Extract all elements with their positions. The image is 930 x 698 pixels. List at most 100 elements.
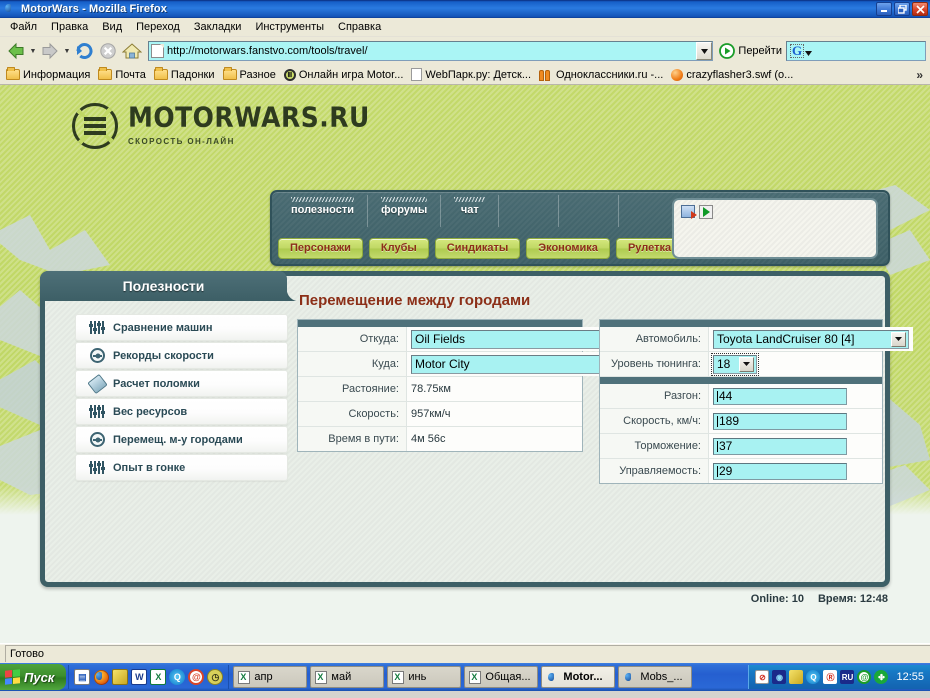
nav-tab-spacer-2 bbox=[559, 195, 620, 227]
nav-tab-forumy[interactable]: форумы bbox=[368, 195, 442, 227]
label-upravlyaemost: Управляемость: bbox=[619, 465, 701, 477]
select-avtomobil[interactable]: Toyota LandCruiser 80 [4] bbox=[713, 329, 909, 349]
chevron-down-icon[interactable] bbox=[739, 356, 754, 372]
keyboard-layout-ru-icon[interactable]: RU bbox=[840, 670, 855, 684]
bookmark-informaciya[interactable]: Информация bbox=[3, 67, 95, 82]
menu-item-view[interactable]: Вид bbox=[95, 19, 129, 35]
excel-icon[interactable]: X bbox=[150, 669, 167, 685]
value-tormozhenie: 37 bbox=[708, 434, 882, 458]
input-tormozhenie[interactable]: 37 bbox=[713, 437, 847, 455]
content-panel: Сравнение машин Рекорды скорости Расчет … bbox=[40, 271, 913, 587]
taskbar-clock[interactable]: 12:55 bbox=[891, 671, 924, 683]
clover-icon[interactable]: ✤ bbox=[874, 670, 889, 684]
task-mobs[interactable]: Mobs_... bbox=[618, 666, 693, 688]
menu-item-help[interactable]: Справка bbox=[331, 19, 388, 35]
antivirus-icon[interactable]: Ⓡ bbox=[823, 670, 838, 684]
form-row-skorost-kmh: Скорость, км/ч: 189 bbox=[600, 409, 882, 434]
close-button[interactable] bbox=[912, 2, 928, 16]
address-dropdown-button[interactable] bbox=[696, 42, 713, 60]
bookmark-motorwars[interactable]: Ⅲ Онлайн игра Motor... bbox=[281, 68, 409, 82]
form-row-razgon: Разгон: 44 bbox=[600, 384, 882, 409]
nav-button-sindikaty[interactable]: Синдикаты bbox=[434, 238, 521, 259]
bookmark-raznoe[interactable]: Разное bbox=[220, 67, 281, 82]
value-razgon: 44 bbox=[708, 384, 882, 408]
enter-icon[interactable] bbox=[699, 205, 713, 219]
bookmark-label: Онлайн игра Motor... bbox=[298, 68, 404, 81]
clock-icon[interactable]: ◷ bbox=[207, 669, 224, 685]
task-motorwars[interactable]: Motor... bbox=[541, 666, 616, 688]
sidebar-item-opyt-v-gonke[interactable]: Опыт в гонке bbox=[75, 454, 288, 481]
browser-status-bar: Готово bbox=[0, 643, 930, 663]
window-title: MotorWars - Mozilla Firefox bbox=[21, 3, 167, 15]
menu-item-bookmarks[interactable]: Закладки bbox=[187, 19, 249, 35]
home-button[interactable] bbox=[120, 39, 144, 63]
task-obshaya[interactable]: Общая... bbox=[464, 666, 539, 688]
sidebar-item-sravnenie-mashin[interactable]: Сравнение машин bbox=[75, 314, 288, 341]
back-dropdown-icon[interactable]: ▼ bbox=[28, 40, 38, 62]
address-bar[interactable]: http://motorwars.fanstvo.com/tools/trave… bbox=[148, 41, 714, 61]
bookmark-webpark[interactable]: WebПарк.ру: Детск... bbox=[408, 67, 536, 82]
task-apr[interactable]: апр bbox=[233, 666, 308, 688]
menu-item-edit[interactable]: Правка bbox=[44, 19, 95, 35]
bookmark-pochta[interactable]: Почта bbox=[95, 67, 151, 82]
url-text[interactable]: http://motorwars.fanstvo.com/tools/trave… bbox=[167, 45, 696, 57]
page-icon bbox=[151, 44, 164, 58]
back-button[interactable] bbox=[4, 39, 28, 63]
label-uroven-tyuninga: Уровень тюнинга: bbox=[611, 358, 701, 370]
search-input[interactable]: G bbox=[786, 41, 926, 61]
logout-icon[interactable] bbox=[681, 205, 697, 219]
input-razgon[interactable]: 44 bbox=[713, 387, 847, 405]
bookmark-crazyflasher[interactable]: crazyflasher3.swf (о... bbox=[668, 68, 798, 82]
speaker-icon[interactable]: ◉ bbox=[772, 670, 787, 684]
input-upravlyaemost[interactable]: 29 bbox=[713, 462, 847, 480]
bookmark-padonki[interactable]: Падонки bbox=[151, 67, 220, 82]
word-icon[interactable]: W bbox=[131, 669, 148, 685]
reload-button[interactable] bbox=[72, 39, 96, 63]
bookmark-odnoklassniki[interactable]: Одноклассники.ru -... bbox=[536, 67, 668, 82]
nav-tab-poleznosti[interactable]: полезности bbox=[278, 195, 369, 227]
form-row-otkuda: Откуда: Oil Fields bbox=[298, 327, 623, 352]
nav-button-ekonomika[interactable]: Экономика bbox=[526, 238, 610, 259]
sidebar-item-ves-resursov[interactable]: Вес ресурсов bbox=[75, 398, 288, 425]
volume-muted-icon[interactable]: ⊘ bbox=[755, 670, 770, 684]
forward-dropdown-icon: ▼ bbox=[63, 47, 71, 55]
menu-item-file[interactable]: Файл bbox=[3, 19, 44, 35]
site-logo[interactable]: MOTORWARS.RU СКОРОСТЬ ОН-ЛАЙН bbox=[72, 103, 370, 149]
minimize-button[interactable] bbox=[876, 2, 892, 16]
logo-name: MOTORWARS.RU bbox=[128, 100, 370, 134]
go-label: Перейти bbox=[738, 45, 782, 57]
restore-button[interactable] bbox=[894, 2, 910, 16]
panel-divider-strip bbox=[600, 377, 882, 384]
quicktime-tray-icon[interactable]: Q bbox=[806, 670, 821, 684]
firefox-icon[interactable] bbox=[93, 669, 109, 685]
sidebar-item-raschet-polomki[interactable]: Расчет поломки bbox=[75, 370, 288, 397]
quicktime-icon[interactable]: Q bbox=[169, 669, 186, 685]
mail-icon[interactable]: @ bbox=[857, 670, 872, 684]
bookmark-label: Падонки bbox=[170, 68, 215, 81]
bookmarks-overflow-icon[interactable]: » bbox=[916, 68, 927, 82]
select-uroven-tyuninga[interactable]: 18 bbox=[711, 352, 759, 376]
site-header: MOTORWARS.RU СКОРОСТЬ ОН-ЛАЙН bbox=[0, 85, 930, 173]
menu-item-go[interactable]: Переход bbox=[129, 19, 187, 35]
menu-item-tools[interactable]: Инструменты bbox=[248, 19, 331, 35]
winamp-icon[interactable] bbox=[112, 669, 129, 685]
firefox-icon bbox=[3, 2, 17, 16]
select-otkuda[interactable]: Oil Fields bbox=[411, 329, 619, 349]
chevron-down-icon[interactable] bbox=[891, 331, 906, 347]
select-kuda[interactable]: Motor City bbox=[411, 354, 619, 374]
task-in[interactable]: инь bbox=[387, 666, 462, 688]
nav-button-kluby[interactable]: Клубы bbox=[368, 238, 429, 259]
task-may[interactable]: май bbox=[310, 666, 385, 688]
bookmark-label: crazyflasher3.swf (о... bbox=[686, 68, 794, 81]
go-button[interactable]: Перейти bbox=[715, 43, 786, 59]
show-desktop-icon[interactable]: ▤ bbox=[74, 669, 91, 685]
nav-button-personazhi[interactable]: Персонажи bbox=[278, 238, 363, 259]
outlook-icon[interactable]: @ bbox=[188, 669, 205, 685]
start-button[interactable]: Пуск bbox=[0, 664, 67, 690]
sidebar-item-rekordy-skorosti[interactable]: Рекорды скорости bbox=[75, 342, 288, 369]
winamp-tray-icon[interactable] bbox=[789, 670, 804, 684]
input-skorost-kmh[interactable]: 189 bbox=[713, 412, 847, 430]
sidebar-item-label: Перемещ. м-у городами bbox=[113, 433, 243, 446]
sidebar-item-peremeshchenie[interactable]: Перемещ. м-у городами bbox=[75, 426, 288, 453]
nav-tab-chat[interactable]: чат bbox=[441, 195, 500, 227]
